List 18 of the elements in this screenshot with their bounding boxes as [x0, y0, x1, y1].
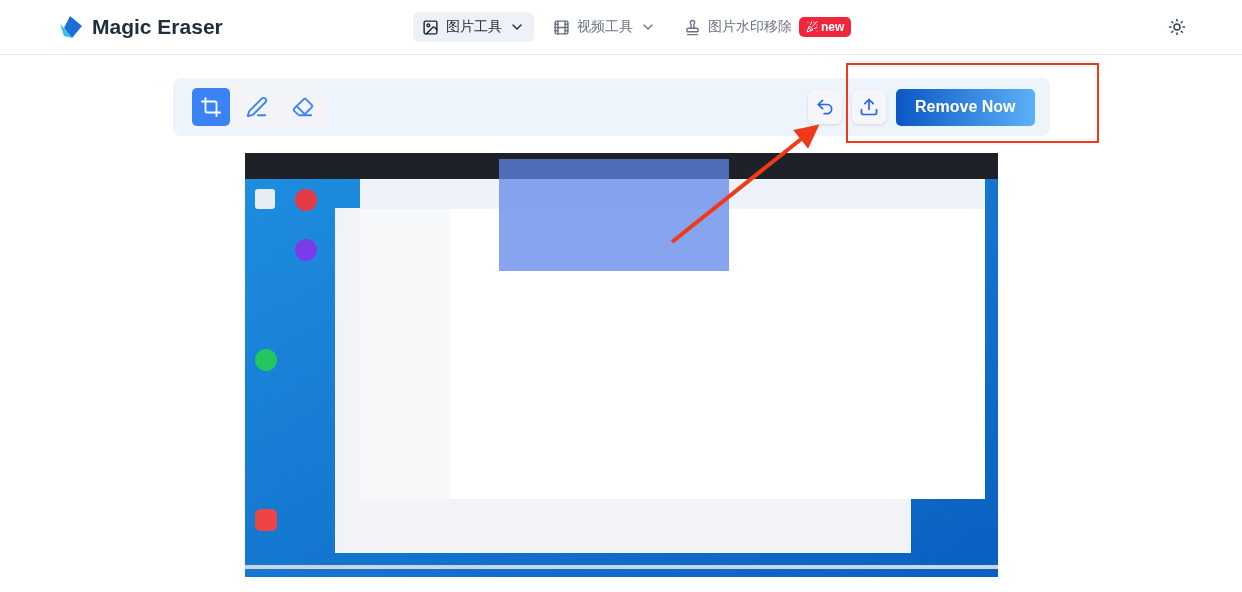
upload-icon: [859, 97, 880, 117]
nav-menu-item[interactable]: 视频工具: [544, 12, 665, 42]
crop-icon: [199, 96, 222, 118]
crop-button[interactable]: [191, 88, 230, 126]
logo-icon: [58, 14, 84, 40]
upload-button[interactable]: [852, 90, 887, 124]
nav-menu-item[interactable]: 图片工具: [413, 12, 534, 42]
brand-name: Magic Eraser: [92, 15, 223, 39]
eraser-icon: [291, 96, 314, 118]
undo-button[interactable]: [808, 90, 843, 124]
pen-icon: [245, 96, 268, 118]
new-badge: new: [799, 17, 852, 37]
remove-now-button[interactable]: Remove Now: [896, 88, 1035, 126]
theme-toggle-icon[interactable]: [1168, 18, 1186, 36]
image-icon: [422, 18, 439, 36]
stamp-icon: [684, 18, 701, 36]
nav-menu-item[interactable]: 图片水印移除 new: [675, 12, 861, 42]
film-icon: [553, 18, 570, 36]
